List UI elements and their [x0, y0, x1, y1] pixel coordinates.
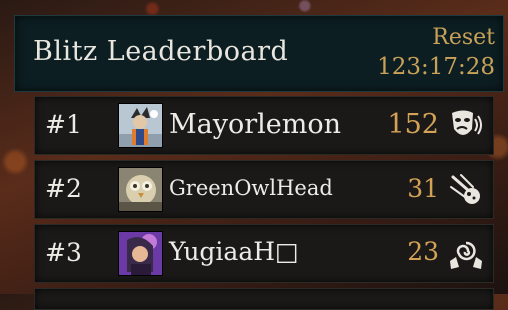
theatre-mask-icon	[447, 107, 485, 145]
rank-label: #1	[45, 110, 82, 139]
leaderboard-row-3[interactable]: #3 YugiaaH□ 23	[34, 224, 494, 283]
leaderboard-row-4-partial[interactable]	[34, 288, 494, 310]
player-score: 152	[387, 109, 439, 140]
avatar	[118, 231, 163, 276]
leaderboard-title: Blitz Leaderboard	[33, 36, 289, 67]
player-name: Mayorlemon	[169, 109, 342, 140]
leaderboard-row-1[interactable]: #1 Mayorlemon 152	[34, 96, 494, 155]
leaderboard-header: Blitz Leaderboard Reset 123:17:28	[14, 15, 504, 92]
spiral-hands-icon	[447, 235, 485, 273]
leaderboard-row-2[interactable]: #2 GreenOwlHead 31	[34, 160, 494, 219]
rank-label: #3	[45, 238, 82, 267]
reset-label: Reset	[432, 25, 495, 50]
avatar	[118, 167, 163, 212]
rank-label: #2	[45, 174, 82, 203]
reset-timer: 123:17:28	[377, 54, 495, 80]
avatar	[118, 103, 163, 148]
player-name: YugiaaH□	[169, 237, 299, 266]
player-score: 31	[407, 174, 439, 203]
player-score: 23	[407, 237, 439, 266]
comet-icon	[447, 171, 485, 209]
player-name: GreenOwlHead	[169, 176, 333, 200]
